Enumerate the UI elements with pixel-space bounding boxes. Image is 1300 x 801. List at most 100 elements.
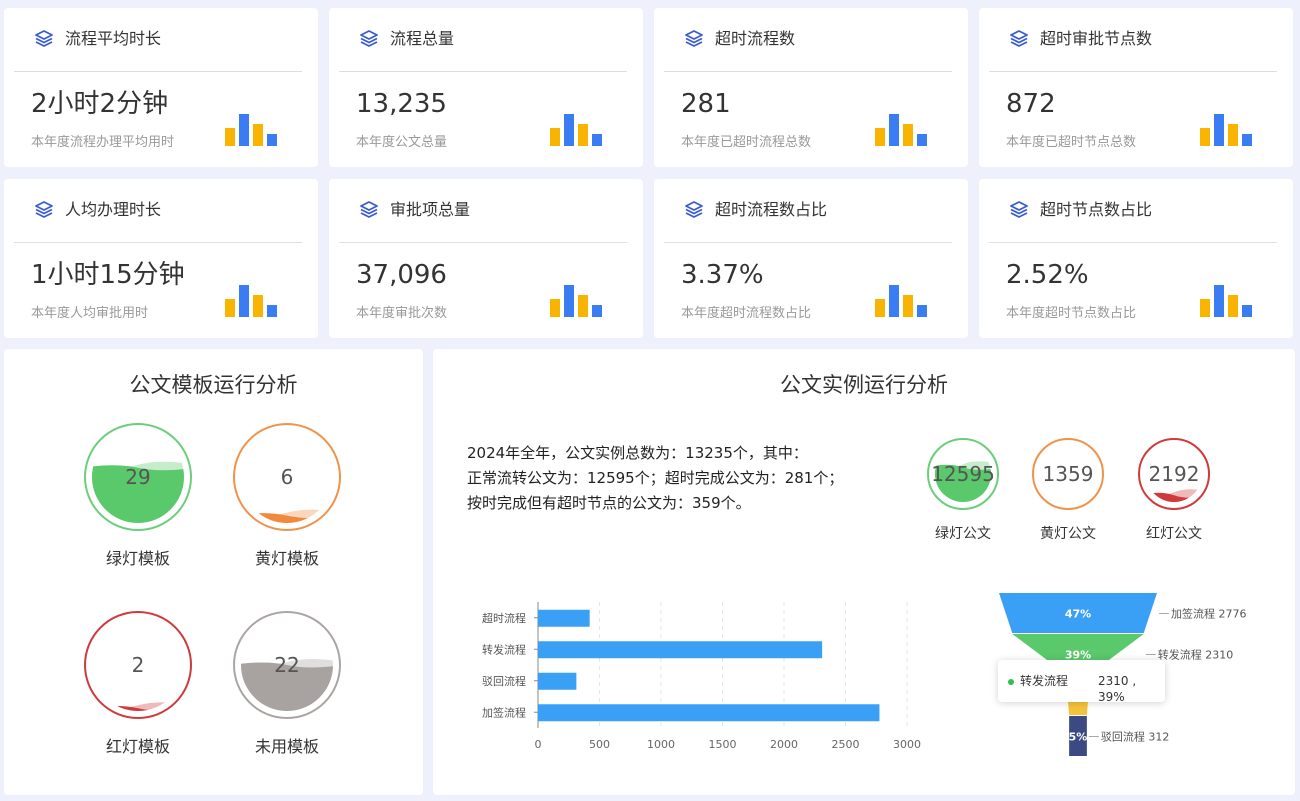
gauge-value: 12595 bbox=[931, 462, 995, 486]
gauge-value: 2 bbox=[132, 653, 145, 677]
x-tick-label: 2500 bbox=[832, 738, 860, 751]
stat-card: 超时流程数 281 本年度已超时流程总数 bbox=[654, 8, 968, 167]
stat-subtitle: 本年度流程办理平均用时 bbox=[31, 135, 175, 150]
liquid-gauge: 12595 bbox=[927, 438, 999, 510]
y-category-label: 转发流程 bbox=[482, 642, 526, 656]
liquid-gauge: 22 bbox=[233, 611, 341, 719]
summary-line: 按时完成但有超时节点的公文为：359个。 bbox=[467, 494, 751, 512]
x-tick-label: 500 bbox=[589, 738, 610, 751]
stat-value: 872 bbox=[1006, 89, 1056, 119]
summary-line: 正常流转公文为：12595个；超时完成公文为：281个； bbox=[467, 469, 844, 487]
gauge-label: 黄灯模板 bbox=[254, 549, 319, 568]
stat-card-header: 超时审批节点数 bbox=[989, 8, 1277, 72]
stat-card-header: 超时节点数占比 bbox=[989, 179, 1277, 243]
stat-value: 281 bbox=[681, 89, 731, 119]
bar-chart-icon bbox=[875, 114, 927, 146]
chart-tooltip: 转发流程 2310 , 39% bbox=[998, 660, 1165, 704]
x-tick-label: 3000 bbox=[893, 738, 921, 751]
gauge-value: 29 bbox=[125, 465, 150, 489]
stat-card: 审批项总量 37,096 本年度审批次数 bbox=[329, 179, 643, 338]
layers-icon bbox=[360, 201, 378, 218]
stat-title: 超时审批节点数 bbox=[1040, 29, 1153, 48]
stat-title: 人均办理时长 bbox=[65, 200, 162, 219]
x-tick-label: 0 bbox=[535, 738, 542, 751]
gauge-label: 未用模板 bbox=[254, 737, 319, 756]
stat-subtitle: 本年度已超时流程总数 bbox=[681, 135, 812, 150]
stat-value: 2小时2分钟 bbox=[31, 89, 169, 119]
tooltip-value: 2310 , 39% bbox=[1098, 674, 1137, 704]
liquid-gauge: 6 bbox=[233, 423, 341, 531]
gauge-label: 红灯公文 bbox=[1146, 526, 1202, 542]
bar-chart-icon bbox=[225, 114, 277, 146]
y-category-label: 加签流程 bbox=[482, 705, 526, 719]
bar[interactable] bbox=[538, 641, 823, 659]
stat-card: 流程平均时长 2小时2分钟 本年度流程办理平均用时 bbox=[4, 8, 318, 167]
stat-card-header: 人均办理时长 bbox=[14, 179, 302, 243]
stat-title: 流程总量 bbox=[390, 29, 455, 48]
stat-card: 流程总量 13,235 本年度公文总量 bbox=[329, 8, 643, 167]
stat-card-header: 审批项总量 bbox=[339, 179, 627, 243]
stat-value: 2.52% bbox=[1006, 260, 1089, 290]
layers-icon bbox=[1010, 30, 1028, 47]
summary-line: 2024年全年，公文实例总数为：13235个，其中： bbox=[467, 444, 808, 462]
stat-card: 超时审批节点数 872 本年度已超时节点总数 bbox=[979, 8, 1293, 167]
gauge-value: 2192 bbox=[1149, 462, 1200, 486]
stat-subtitle: 本年度超时节点数占比 bbox=[1006, 306, 1137, 321]
stat-card: 人均办理时长 1小时15分钟 本年度人均审批用时 bbox=[4, 179, 318, 338]
funnel-value-label: 转发流程 2310 bbox=[1158, 648, 1234, 662]
funnel-percent-label: 47% bbox=[1065, 608, 1091, 621]
layers-icon bbox=[360, 30, 378, 47]
gauge-label: 绿灯模板 bbox=[105, 549, 170, 568]
x-tick-label: 1000 bbox=[647, 738, 675, 751]
gauge-label: 红灯模板 bbox=[105, 737, 170, 756]
stat-subtitle: 本年度人均审批用时 bbox=[31, 306, 149, 321]
stat-title: 审批项总量 bbox=[390, 200, 471, 219]
stat-subtitle: 本年度审批次数 bbox=[356, 306, 448, 321]
stat-card: 超时节点数占比 2.52% 本年度超时节点数占比 bbox=[979, 179, 1293, 338]
liquid-gauge: 1359 bbox=[1032, 438, 1104, 510]
stat-title: 超时流程数 bbox=[715, 29, 796, 48]
bar[interactable] bbox=[538, 672, 577, 690]
template-analysis-panel: 公文模板运行分析 29 绿灯模板 6 黄灯模板 2 红灯模板 22 未用模板 bbox=[4, 349, 423, 795]
y-category-label: 驳回流程 bbox=[482, 674, 526, 688]
stat-card-header: 流程总量 bbox=[339, 8, 627, 72]
tooltip-series-dot bbox=[1008, 679, 1014, 685]
gauge-label: 黄灯公文 bbox=[1040, 526, 1096, 542]
gauge-value: 22 bbox=[274, 653, 299, 677]
funnel-value-label: 加签流程 2776 bbox=[1171, 607, 1247, 621]
stat-card-header: 流程平均时长 bbox=[14, 8, 302, 72]
bar[interactable] bbox=[538, 704, 880, 722]
instance-summary: 2024年全年，公文实例总数为：13235个，其中： 正常流转公文为：12595… bbox=[467, 441, 843, 516]
instance-panel-title: 公文实例运行分析 bbox=[780, 373, 948, 397]
tooltip-name: 转发流程 bbox=[1020, 674, 1069, 688]
bar-chart-icon bbox=[1200, 114, 1252, 146]
stat-subtitle: 本年度公文总量 bbox=[356, 135, 448, 150]
stat-subtitle: 本年度已超时节点总数 bbox=[1006, 135, 1137, 150]
layers-icon bbox=[35, 30, 53, 47]
bar-chart-icon bbox=[1200, 285, 1252, 317]
funnel-value-label: 驳回流程 312 bbox=[1101, 730, 1170, 744]
stat-value: 1小时15分钟 bbox=[31, 260, 185, 290]
gauge-label: 绿灯公文 bbox=[935, 526, 991, 542]
stat-value: 37,096 bbox=[356, 260, 447, 290]
bar-chart-icon bbox=[225, 285, 277, 317]
stat-title: 超时节点数占比 bbox=[1040, 200, 1153, 219]
layers-icon bbox=[685, 30, 703, 47]
stat-card-header: 超时流程数 bbox=[664, 8, 952, 72]
gauge-value: 1359 bbox=[1043, 462, 1094, 486]
layers-icon bbox=[35, 201, 53, 218]
stat-card: 超时流程数占比 3.37% 本年度超时流程数占比 bbox=[654, 179, 968, 338]
liquid-gauge: 2192 bbox=[1138, 438, 1210, 510]
x-tick-label: 2000 bbox=[770, 738, 798, 751]
bar-chart-icon bbox=[875, 285, 927, 317]
stat-value: 13,235 bbox=[356, 89, 447, 119]
layers-icon bbox=[1010, 201, 1028, 218]
gauge-value: 6 bbox=[281, 465, 294, 489]
x-tick-label: 1500 bbox=[709, 738, 737, 751]
bar[interactable] bbox=[538, 609, 590, 627]
liquid-gauge: 29 bbox=[84, 423, 192, 531]
liquid-gauge: 2 bbox=[84, 611, 192, 719]
bar-chart-icon bbox=[550, 285, 602, 317]
process-type-bar-chart: 0 500 1000 1500 2000 2500 3000 超时流程转发流程驳回流程加签流程 bbox=[482, 602, 921, 751]
stat-card-header: 超时流程数占比 bbox=[664, 179, 952, 243]
